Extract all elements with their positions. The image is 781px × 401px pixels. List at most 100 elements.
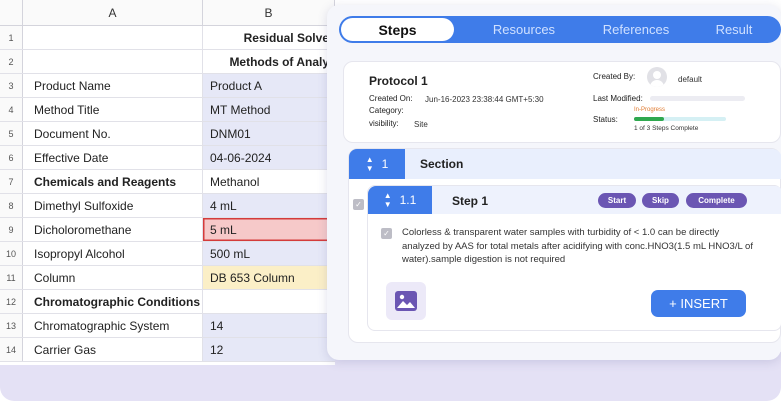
- table-row: 9 Dicholoromethane 5 mL: [0, 218, 335, 242]
- cell-b[interactable]: [203, 290, 335, 313]
- tab-result[interactable]: Result: [684, 16, 781, 43]
- step-number-badge[interactable]: ▲ ▼ 1.1: [368, 186, 432, 214]
- table-row: 4 Method Title MT Method: [0, 98, 335, 122]
- cell-b[interactable]: 14: [203, 314, 335, 337]
- image-icon[interactable]: [386, 282, 426, 320]
- section-number: 1: [381, 157, 389, 171]
- cell-b[interactable]: Residual Solve: [203, 26, 335, 49]
- cell-b[interactable]: 4 mL: [203, 194, 335, 217]
- table-row: 8 Dimethyl Sulfoxide 4 mL: [0, 194, 335, 218]
- table-row: 3 Product Name Product A: [0, 74, 335, 98]
- start-button[interactable]: Start: [598, 193, 636, 208]
- reorder-icon: ▲ ▼: [365, 155, 374, 173]
- row-number[interactable]: 4: [0, 98, 23, 121]
- step-select-checkbox[interactable]: ✓: [353, 199, 364, 210]
- status-text: In-Progress: [634, 107, 666, 113]
- cell-b[interactable]: Methanol: [203, 170, 335, 193]
- column-header-b[interactable]: B: [203, 0, 335, 25]
- row-number[interactable]: 3: [0, 74, 23, 97]
- section-number-badge[interactable]: ▲ ▼ 1: [349, 149, 405, 179]
- row-number[interactable]: 8: [0, 194, 23, 217]
- cell-b[interactable]: MT Method: [203, 98, 335, 121]
- row-number[interactable]: 14: [0, 338, 23, 361]
- step-number: 1.1: [399, 193, 417, 207]
- cell-b[interactable]: 5 mL: [203, 218, 335, 241]
- corner-cell[interactable]: [0, 0, 23, 25]
- progress-track: [634, 117, 726, 121]
- tab-references[interactable]: References: [581, 16, 691, 43]
- last-modified-label: Last Modified:: [593, 94, 643, 103]
- cell-a[interactable]: Chemicals and Reagents: [23, 170, 203, 193]
- progress-fill: [634, 117, 665, 121]
- progress-caption: 1 of 3 Steps Complete: [634, 125, 699, 132]
- category-label: Category:: [369, 106, 404, 115]
- table-row: 2 Methods of Analy: [0, 50, 335, 74]
- cell-a[interactable]: Column: [23, 266, 203, 289]
- spreadsheet: A B 1 Residual Solve 2 Methods of Analy 3 Pro…: [0, 0, 335, 365]
- cell-a[interactable]: Chromatographic System: [23, 314, 203, 337]
- cell-a[interactable]: [23, 50, 203, 73]
- table-row: 6 Effective Date 04-06-2024: [0, 146, 335, 170]
- tab-steps[interactable]: Steps: [341, 18, 454, 41]
- row-number[interactable]: 10: [0, 242, 23, 265]
- cell-b[interactable]: Product A: [203, 74, 335, 97]
- table-row: 11 Column DB 653 Column: [0, 266, 335, 290]
- status-label: Status:: [593, 115, 618, 124]
- insert-button[interactable]: + INSERT: [651, 290, 746, 317]
- table-row: 5 Document No. DNM01: [0, 122, 335, 146]
- column-header-row: A B: [0, 0, 335, 26]
- cell-a[interactable]: Method Title: [23, 98, 203, 121]
- row-number[interactable]: 6: [0, 146, 23, 169]
- cell-a[interactable]: Isopropyl Alcohol: [23, 242, 203, 265]
- avatar[interactable]: [647, 67, 667, 87]
- column-header-a[interactable]: A: [23, 0, 203, 25]
- table-row: 12 Chromatographic Conditions: [0, 290, 335, 314]
- row-number[interactable]: 2: [0, 50, 23, 73]
- section-card: ▲ ▼ 1 Section ✓ ▲ ▼ 1.1 Step 1 Start Skip …: [348, 148, 781, 343]
- step-card: ▲ ▼ 1.1 Step 1 Start Skip Complete ✓ Colo…: [367, 185, 781, 331]
- tab-resources[interactable]: Resources: [469, 16, 579, 43]
- protocol-info-card: Protocol 1 Created On: Jun-16-2023 23:38…: [343, 61, 781, 143]
- cell-a[interactable]: Dicholoromethane: [23, 218, 203, 241]
- cell-b[interactable]: Methods of Analy: [203, 50, 335, 73]
- cell-b[interactable]: 12: [203, 338, 335, 361]
- instruction-checkbox[interactable]: ✓: [381, 228, 392, 239]
- table-row: 7 Chemicals and Reagents Methanol: [0, 170, 335, 194]
- step-instruction: Colorless & transparent water samples wi…: [402, 227, 753, 265]
- cell-b[interactable]: 500 mL: [203, 242, 335, 265]
- section-header: ▲ ▼ 1 Section: [349, 149, 781, 179]
- row-number[interactable]: 13: [0, 314, 23, 337]
- cell-b[interactable]: DB 653 Column: [203, 266, 335, 289]
- skip-button[interactable]: Skip: [642, 193, 679, 208]
- cell-a[interactable]: Product Name: [23, 74, 203, 97]
- cell-a[interactable]: [23, 26, 203, 49]
- protocol-panel: Steps Resources References Result Protoc…: [327, 5, 781, 360]
- cell-a[interactable]: Carrier Gas: [23, 338, 203, 361]
- cell-a[interactable]: Dimethyl Sulfoxide: [23, 194, 203, 217]
- created-by-label: Created By:: [593, 72, 636, 81]
- cell-b[interactable]: DNM01: [203, 122, 335, 145]
- created-by-value: default: [678, 75, 703, 84]
- visibility-value: Site: [414, 120, 428, 129]
- complete-button[interactable]: Complete: [686, 193, 747, 208]
- row-number[interactable]: 5: [0, 122, 23, 145]
- last-modified-placeholder: [650, 96, 745, 101]
- row-number[interactable]: 12: [0, 290, 23, 313]
- visibility-label: visibility:: [369, 119, 399, 128]
- row-number[interactable]: 7: [0, 170, 23, 193]
- row-number[interactable]: 1: [0, 26, 23, 49]
- table-row: 13 Chromatographic System 14: [0, 314, 335, 338]
- step-header: ▲ ▼ 1.1 Step 1 Start Skip Complete: [368, 186, 781, 214]
- table-row: 1 Residual Solve: [0, 26, 335, 50]
- section-title: Section: [420, 157, 464, 171]
- created-on-value: Jun-16-2023 23:38:44 GMT+5:30: [425, 95, 544, 104]
- created-on-label: Created On:: [369, 94, 413, 103]
- table-row: 10 Isopropyl Alcohol 500 mL: [0, 242, 335, 266]
- cell-a[interactable]: Chromatographic Conditions: [23, 290, 203, 313]
- row-number[interactable]: 11: [0, 266, 23, 289]
- cell-b[interactable]: 04-06-2024: [203, 146, 335, 169]
- cell-a[interactable]: Effective Date: [23, 146, 203, 169]
- tab-bar: Steps Resources References Result: [339, 16, 781, 43]
- cell-a[interactable]: Document No.: [23, 122, 203, 145]
- row-number[interactable]: 9: [0, 218, 23, 241]
